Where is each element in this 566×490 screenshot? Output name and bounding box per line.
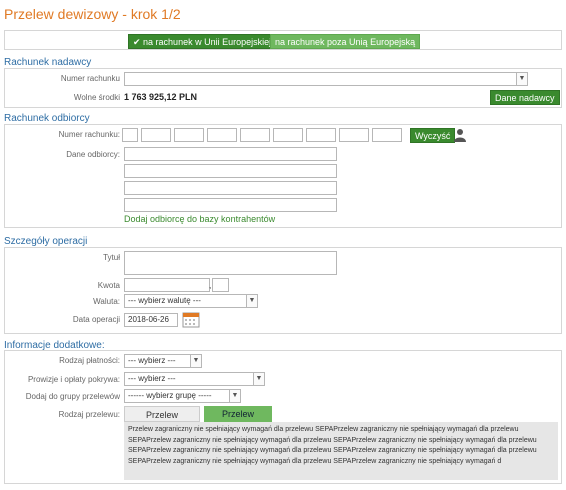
sender-account-label: Numer rachunku (60, 74, 120, 83)
funds-label: Wolne środki (73, 93, 120, 102)
title-label: Tytuł (103, 253, 120, 262)
title-textarea[interactable] (124, 251, 337, 275)
payment-type-select[interactable]: --- wybierz --- ▼ (124, 354, 202, 368)
recipient-account-label: Numer rachunku: (58, 130, 120, 139)
recipient-section-header: Rachunek odbiorcy (4, 113, 90, 124)
account-segment[interactable] (207, 128, 237, 142)
recipient-data-label: Dane odbiorcy: (66, 150, 120, 159)
funds-value: 1 763 925,12 PLN (124, 92, 198, 102)
amount-integer-input[interactable] (124, 278, 210, 292)
currency-select[interactable]: --- wybierz walutę --- ▼ (124, 294, 258, 308)
sender-details-button[interactable]: Dane nadawcy (490, 90, 560, 105)
calendar-icon[interactable] (182, 311, 200, 328)
account-segment[interactable] (306, 128, 336, 142)
account-segment[interactable] (372, 128, 402, 142)
chevron-down-icon: ▼ (253, 373, 264, 385)
add-recipient-link[interactable]: Dodaj odbiorcę do bazy kontrahentów (124, 214, 275, 224)
contacts-icon[interactable] (454, 128, 466, 142)
eu-account-button[interactable]: ✔ na rachunek w Unii Europejskiej (128, 34, 277, 49)
fees-select[interactable]: --- wybierz --- ▼ (124, 372, 265, 386)
account-segment[interactable] (339, 128, 369, 142)
fees-value: --- wybierz --- (128, 374, 176, 383)
group-select[interactable]: ------ wybierz grupę ----- ▼ (124, 389, 241, 403)
account-segment[interactable] (240, 128, 270, 142)
tab-swift[interactable]: Przelew SWIFT (124, 406, 200, 436)
page-title: Przelew dewizowy - krok 1/2 (4, 6, 181, 22)
account-segment[interactable] (273, 128, 303, 142)
chevron-down-icon: ▼ (229, 390, 240, 402)
fees-label: Prowizje i opłaty pokrywa: (27, 375, 120, 384)
currency-label: Waluta: (93, 297, 120, 306)
group-label: Dodaj do grupy przelewów (25, 392, 120, 401)
transfer-type-label: Rodzaj przelewu: (58, 410, 120, 419)
operation-section-header: Szczegóły operacji (4, 236, 88, 247)
non-eu-account-button[interactable]: na rachunek poza Unią Europejską (270, 34, 421, 49)
chevron-down-icon: ▼ (246, 295, 257, 307)
amount-decimal-input[interactable] (212, 278, 229, 292)
chevron-down-icon: ▼ (516, 73, 527, 85)
amount-separator: , (209, 281, 212, 290)
recipient-data-line-1[interactable] (124, 147, 337, 161)
date-input[interactable]: 2018-06-26 (124, 313, 178, 327)
account-segment[interactable] (174, 128, 204, 142)
group-value: ------ wybierz grupę ----- (128, 391, 212, 400)
amount-label: Kwota (97, 281, 120, 290)
payment-type-label: Rodzaj płatności: (59, 356, 120, 365)
sender-section-header: Rachunek nadawcy (4, 57, 92, 68)
recipient-account-inputs (122, 128, 402, 142)
recipient-data-line-2[interactable] (124, 164, 337, 178)
chevron-down-icon: ▼ (190, 355, 201, 367)
recipient-data-line-3[interactable] (124, 181, 337, 195)
tab-sepa[interactable]: Przelew SEPA (204, 406, 272, 435)
sender-account-select[interactable]: ▼ (124, 72, 528, 86)
recipient-data-line-4[interactable] (124, 198, 337, 212)
account-segment[interactable] (141, 128, 171, 142)
currency-select-value: --- wybierz walutę --- (128, 296, 201, 305)
account-segment[interactable] (122, 128, 138, 142)
date-label: Data operacji (72, 315, 120, 324)
sepa-info-text: Przelew zagraniczny nie spełniający wyma… (124, 422, 558, 480)
clear-button[interactable]: Wyczyść (410, 128, 456, 143)
payment-type-value: --- wybierz --- (128, 356, 176, 365)
